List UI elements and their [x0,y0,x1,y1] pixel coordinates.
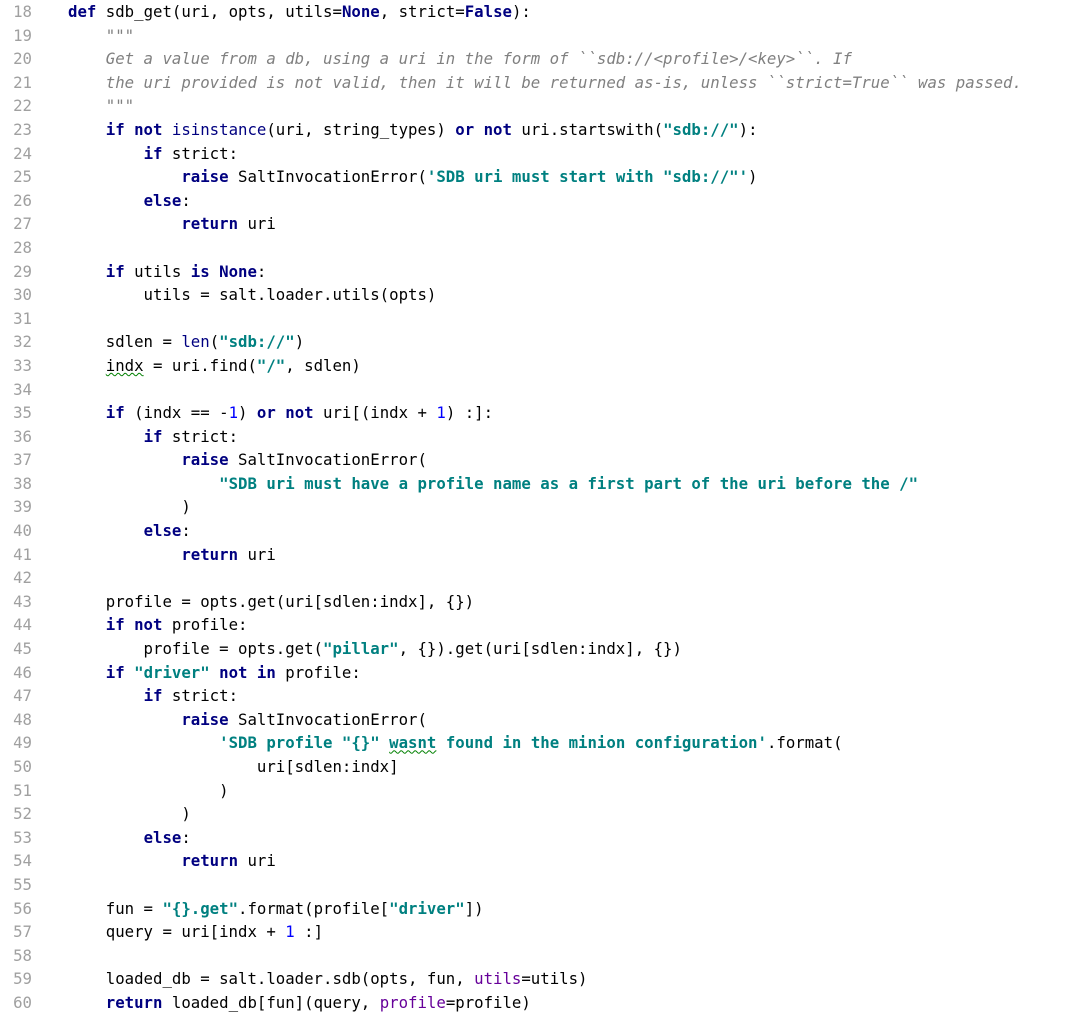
code-line[interactable] [68,307,1080,331]
code-line[interactable]: if strict: [68,684,1080,708]
code-line[interactable]: raise SaltInvocationError( [68,708,1080,732]
code-area[interactable]: def sdb_get(uri, opts, utils=None, stric… [68,0,1080,1015]
line-number: 24 [0,142,42,166]
line-number: 40 [0,519,42,543]
line-number: 34 [0,378,42,402]
line-number: 47 [0,684,42,708]
line-number: 32 [0,330,42,354]
line-number: 21 [0,71,42,95]
line-number: 37 [0,448,42,472]
line-number: 23 [0,118,42,142]
code-line[interactable]: raise SaltInvocationError( [68,448,1080,472]
code-line[interactable]: "SDB uri must have a profile name as a f… [68,472,1080,496]
line-number: 36 [0,425,42,449]
line-number: 20 [0,47,42,71]
code-line[interactable]: if strict: [68,425,1080,449]
line-number: 41 [0,543,42,567]
line-number: 55 [0,873,42,897]
code-line[interactable]: sdlen = len("sdb://") [68,330,1080,354]
code-line[interactable] [68,944,1080,968]
code-line[interactable] [68,236,1080,260]
line-number: 28 [0,236,42,260]
code-line[interactable]: if utils is None: [68,260,1080,284]
code-line[interactable]: profile = opts.get("pillar", {}).get(uri… [68,637,1080,661]
code-line[interactable]: indx = uri.find("/", sdlen) [68,354,1080,378]
line-number: 30 [0,283,42,307]
line-number: 27 [0,212,42,236]
line-number: 50 [0,755,42,779]
code-line[interactable]: def sdb_get(uri, opts, utils=None, stric… [68,0,1080,24]
code-line[interactable]: if not isinstance(uri, string_types) or … [68,118,1080,142]
code-line[interactable]: ) [68,779,1080,803]
code-line[interactable]: ) [68,802,1080,826]
code-line[interactable]: return loaded_db[fun](query, profile=pro… [68,991,1080,1015]
line-number: 58 [0,944,42,968]
line-number: 39 [0,495,42,519]
code-editor[interactable]: 1819202122232425262728293031323334353637… [0,0,1080,1015]
code-line[interactable] [68,566,1080,590]
code-line[interactable]: if strict: [68,142,1080,166]
code-line[interactable] [68,378,1080,402]
code-line[interactable]: raise SaltInvocationError('SDB uri must … [68,165,1080,189]
code-line[interactable]: return uri [68,849,1080,873]
code-line[interactable]: ) [68,495,1080,519]
line-number: 43 [0,590,42,614]
code-line[interactable] [68,873,1080,897]
line-number: 19 [0,24,42,48]
line-number: 38 [0,472,42,496]
code-line[interactable]: """ [68,94,1080,118]
line-number-gutter: 1819202122232425262728293031323334353637… [0,0,48,1015]
line-number: 45 [0,637,42,661]
code-line[interactable]: return uri [68,543,1080,567]
code-line[interactable]: loaded_db = salt.loader.sdb(opts, fun, u… [68,967,1080,991]
line-number: 26 [0,189,42,213]
line-number: 22 [0,94,42,118]
line-number: 60 [0,991,42,1015]
code-line[interactable]: utils = salt.loader.utils(opts) [68,283,1080,307]
line-number: 53 [0,826,42,850]
code-line[interactable]: fun = "{}.get".format(profile["driver"]) [68,897,1080,921]
line-number: 51 [0,779,42,803]
code-line[interactable]: 'SDB profile "{}" wasnt found in the min… [68,731,1080,755]
code-line[interactable]: query = uri[indx + 1 :] [68,920,1080,944]
line-number: 31 [0,307,42,331]
line-number: 48 [0,708,42,732]
line-number: 56 [0,897,42,921]
code-line[interactable]: else: [68,189,1080,213]
code-line[interactable]: else: [68,826,1080,850]
code-line[interactable]: if "driver" not in profile: [68,661,1080,685]
code-line[interactable]: """ [68,24,1080,48]
code-line[interactable]: Get a value from a db, using a uri in th… [68,47,1080,71]
line-number: 29 [0,260,42,284]
code-line[interactable]: if (indx == -1) or not uri[(indx + 1) :]… [68,401,1080,425]
code-line[interactable]: uri[sdlen:indx] [68,755,1080,779]
line-number: 35 [0,401,42,425]
line-number: 57 [0,920,42,944]
code-line[interactable]: else: [68,519,1080,543]
line-number: 44 [0,613,42,637]
code-line[interactable]: if not profile: [68,613,1080,637]
line-number: 33 [0,354,42,378]
code-line[interactable]: return uri [68,212,1080,236]
line-number: 52 [0,802,42,826]
line-number: 25 [0,165,42,189]
line-number: 18 [0,0,42,24]
line-number: 42 [0,566,42,590]
code-line[interactable]: profile = opts.get(uri[sdlen:indx], {}) [68,590,1080,614]
line-number: 54 [0,849,42,873]
line-number: 46 [0,661,42,685]
code-line[interactable]: the uri provided is not valid, then it w… [68,71,1080,95]
fold-column[interactable] [48,0,68,1015]
line-number: 59 [0,967,42,991]
line-number: 49 [0,731,42,755]
